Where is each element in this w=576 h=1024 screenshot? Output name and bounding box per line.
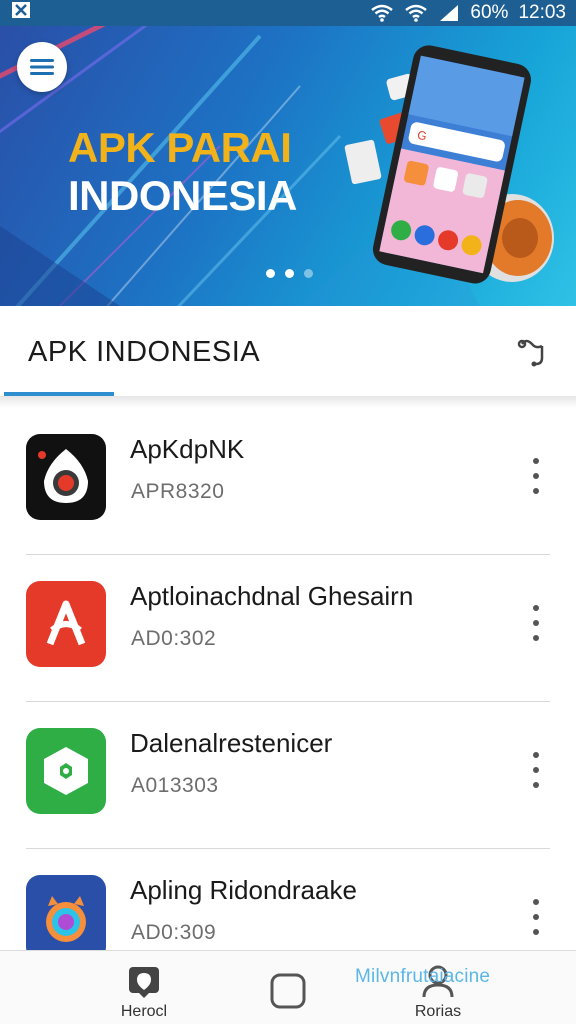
status-time: 12:03 — [518, 2, 566, 23]
nav-apps[interactable] — [248, 951, 328, 1024]
more-options-icon[interactable] — [524, 458, 548, 494]
app-name: ApKdpNK — [130, 434, 245, 464]
wifi-icon — [404, 4, 428, 22]
nav-home[interactable]: Herocl — [104, 951, 184, 1024]
list-item[interactable]: Aptloinachdnal Ghesairn AD0:302 — [0, 555, 576, 702]
app-code: AD0:302 — [131, 627, 217, 650]
app-name: Dalenalrestenicer — [130, 728, 333, 758]
carousel-dot[interactable] — [266, 269, 275, 278]
header-shadow — [0, 396, 576, 408]
banner-title: APK PARAI INDONESIA — [68, 124, 297, 220]
more-options-icon[interactable] — [524, 752, 548, 788]
app-name: Apling Ridondraake — [130, 875, 357, 905]
home-pin-icon — [129, 967, 159, 998]
carousel-dot[interactable] — [285, 269, 294, 278]
wifi-icon — [370, 4, 394, 22]
hero-banner[interactable]: APK PARAI INDONESIA G — [0, 26, 576, 306]
ring-icon — [26, 875, 106, 961]
carousel-dot[interactable] — [304, 269, 313, 278]
app-code: AD0:309 — [131, 921, 217, 944]
carousel-dots[interactable] — [266, 269, 313, 278]
share-icon[interactable] — [516, 336, 548, 373]
hamburger-icon — [30, 59, 54, 75]
menu-button[interactable] — [17, 42, 67, 92]
phone-illustration: G — [344, 45, 554, 284]
section-header: APK INDONESIA — [0, 306, 576, 398]
nav-profile-label: Rorias — [414, 1003, 462, 1020]
banner-title-line1: APK PARAI — [68, 124, 292, 171]
battery-text: 60% — [470, 2, 509, 23]
overlay-text: Milvnfrutaiacine — [355, 966, 491, 987]
list-item[interactable]: ApKdpNK APR8320 — [0, 408, 576, 555]
app-code: APR8320 — [131, 480, 225, 503]
square-icon — [270, 973, 306, 1009]
notification-icon — [10, 0, 32, 26]
nav-home-label: Herocl — [120, 1003, 168, 1020]
app-list: ApKdpNK APR8320 Aptloinachdnal Ghesairn … — [0, 408, 576, 996]
status-bar: 60% 12:03 — [0, 0, 576, 26]
banner-title-line2: INDONESIA — [68, 172, 297, 219]
more-options-icon[interactable] — [524, 605, 548, 641]
signal-icon — [438, 4, 460, 22]
camera-lens-icon — [26, 434, 106, 520]
app-code: A013303 — [131, 774, 219, 797]
letter-a-icon — [26, 581, 106, 667]
shield-icon — [26, 728, 106, 814]
app-name: Aptloinachdnal Ghesairn — [130, 581, 414, 611]
page-title: APK INDONESIA — [28, 336, 261, 368]
more-options-icon[interactable] — [524, 899, 548, 935]
list-item[interactable]: Dalenalrestenicer A013303 — [0, 702, 576, 849]
